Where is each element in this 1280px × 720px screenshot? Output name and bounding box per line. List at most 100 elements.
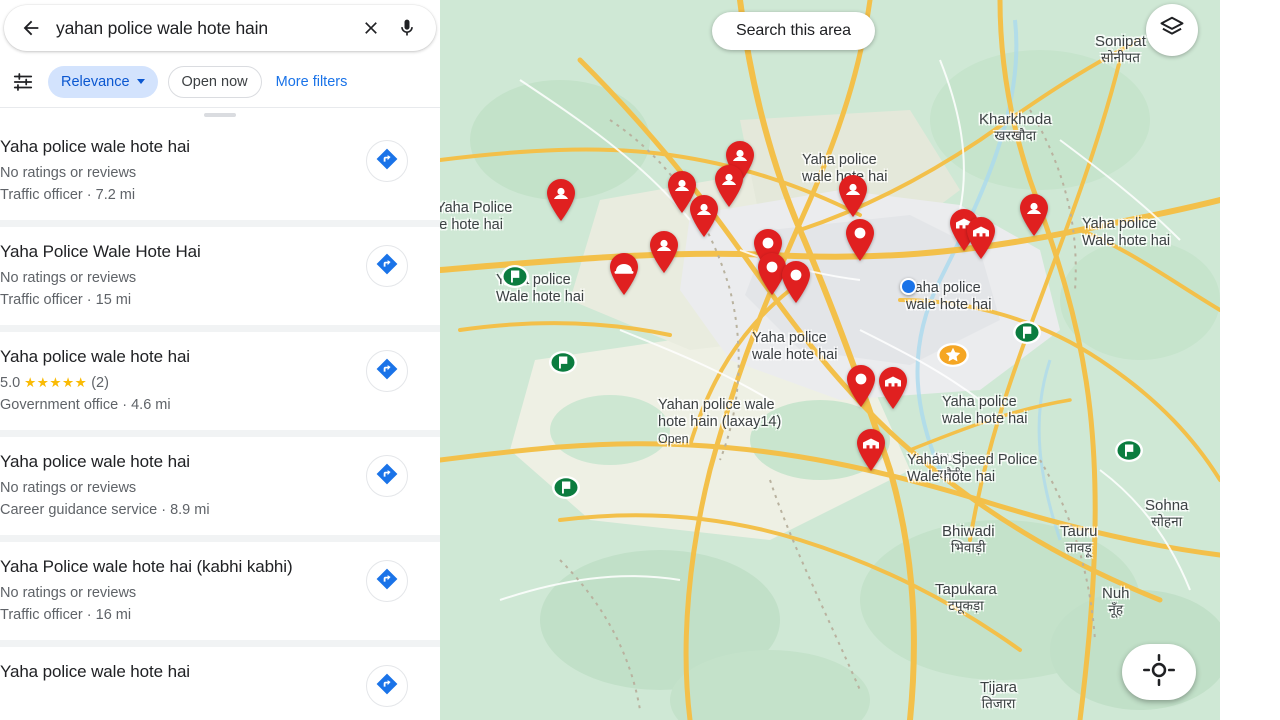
list-item[interactable]: Yaha Police wale hote hai (kabhi kabhi) … [0,535,440,640]
star-rating-icon: ★★★★★ [24,375,88,390]
result-rating-text: No ratings or reviews [0,585,137,601]
search-this-area-button[interactable]: Search this area [712,12,875,50]
map-pin-green-flag[interactable] [1114,438,1144,463]
search-input[interactable]: yahan police wale hote hain [46,18,356,39]
result-title: Yaha police wale hote hai [0,137,190,156]
result-rating: No ratings or reviews [0,583,352,603]
map-pin-generic[interactable] [844,364,878,408]
result-title: Yaha police wale hote hai [0,347,190,366]
directions-button[interactable] [366,455,408,497]
result-info: Yaha police wale hote hai [0,661,352,688]
map-pin-police-officer[interactable] [544,178,578,222]
directions-button[interactable] [366,245,408,287]
result-rating: No ratings or reviews [0,163,352,183]
map-pin-green-flag[interactable] [551,475,581,500]
list-item[interactable]: Yaha police wale hote hai No ratings or … [0,430,440,535]
result-meta: Traffic officer · 15 mi [0,290,352,310]
result-info: Yaha Police wale hote hai (kabhi kabhi) … [0,556,352,625]
sort-relevance-label: Relevance [61,73,130,90]
layers-button[interactable] [1146,4,1198,56]
result-info: Yaha police wale hote hai No ratings or … [0,451,352,520]
result-meta: Government office · 4.6 mi [0,395,352,415]
result-rating-text: No ratings or reviews [0,165,137,181]
result-category: Government office [0,397,119,413]
result-info: Yaha police wale hote hai 5.0 ★★★★★ (2) … [0,346,352,415]
map-pin-police-officer[interactable] [687,194,721,238]
result-distance: 8.9 mi [170,502,210,518]
open-now-chip[interactable]: Open now [167,65,262,98]
layers-icon [1158,14,1186,47]
map-pin-green-flag[interactable] [1012,320,1042,345]
result-distance: 7.2 mi [95,187,136,203]
current-location-dot [900,278,917,295]
result-rating: No ratings or reviews [0,478,352,498]
map-pin-saved-star[interactable] [936,342,970,368]
sort-relevance-chip[interactable]: Relevance [48,65,158,98]
directions-button[interactable] [366,560,408,602]
search-bar[interactable]: yahan police wale hote hain [4,5,436,51]
maps-app: yahan police wale hote hain Relevance Op… [0,0,1280,720]
directions-button[interactable] [366,350,408,392]
result-meta: Career guidance service · 8.9 mi [0,500,352,520]
directions-icon [375,672,399,701]
meta-separator: · [161,502,171,518]
more-filters-link[interactable]: More filters [272,74,348,90]
result-category: Traffic officer [0,607,83,623]
result-category: Career guidance service [0,502,158,518]
tune-icon[interactable] [8,67,38,97]
result-meta: Traffic officer · 16 mi [0,605,352,625]
list-item[interactable]: Yaha Police Wale Hote Hai No ratings or … [0,220,440,325]
result-title: Yaha police wale hote hai [0,452,190,471]
close-icon[interactable] [356,13,386,43]
directions-icon [375,252,399,281]
list-item[interactable]: Yaha police wale hote hai [0,640,440,720]
directions-button[interactable] [366,140,408,182]
result-meta: Traffic officer · 7.2 mi [0,185,352,205]
meta-separator: · [86,607,96,623]
result-rating: No ratings or reviews [0,268,352,288]
meta-separator: · [86,292,96,308]
map-pin-generic[interactable] [843,218,877,262]
map-pin-green-flag[interactable] [548,350,578,375]
chevron-down-icon [136,79,145,84]
directions-icon [375,462,399,491]
directions-button[interactable] [366,665,408,707]
result-distance: 4.6 mi [131,397,171,413]
panel-drag-handle[interactable] [204,113,236,117]
results-panel: yahan police wale hote hain Relevance Op… [0,0,440,720]
map-pin-police-cap[interactable] [607,252,641,296]
directions-icon [375,147,399,176]
result-distance: 15 mi [95,292,132,308]
result-review-count: (2) [91,375,109,391]
result-category: Traffic officer [0,292,83,308]
map-pin-police-officer[interactable] [1017,193,1051,237]
result-title: Yaha Police wale hote hai (kabhi kabhi) [0,557,293,576]
map-canvas[interactable]: Search this area Sonipat सोनीपत Kharkhod… [440,0,1220,720]
result-category: Traffic officer [0,187,83,203]
map-pin-generic[interactable] [779,260,813,304]
search-bar-container: yahan police wale hote hain [0,0,440,56]
result-rating-text: No ratings or reviews [0,270,137,286]
microphone-icon[interactable] [392,13,422,43]
meta-separator: · [86,187,96,203]
list-item[interactable]: Yaha police wale hote hai 5.0 ★★★★★ (2) … [0,325,440,430]
result-title: Yaha police wale hote hai [0,662,190,681]
filter-chip-row: Relevance Open now More filters [0,56,440,108]
list-item[interactable]: Yaha police wale hote hai No ratings or … [0,122,440,220]
result-info: Yaha police wale hote hai No ratings or … [0,136,352,205]
locate-me-button[interactable] [1122,644,1196,700]
open-now-label: Open now [181,73,248,90]
result-distance: 16 mi [95,607,132,623]
map-pin-building[interactable] [964,216,998,260]
result-rating-text: No ratings or reviews [0,480,137,496]
map-pin-green-flag[interactable] [500,264,530,289]
directions-icon [375,357,399,386]
back-arrow-icon[interactable] [16,13,46,43]
map-pin-police-officer[interactable] [647,230,681,274]
map-pin-building[interactable] [854,428,888,472]
map-pin-police-officer[interactable] [836,174,870,218]
result-info: Yaha Police Wale Hote Hai No ratings or … [0,241,352,310]
panel-drag-handle-row[interactable] [0,108,440,122]
map-pin-building[interactable] [876,366,910,410]
results-list: Yaha police wale hote hai No ratings or … [0,122,440,720]
